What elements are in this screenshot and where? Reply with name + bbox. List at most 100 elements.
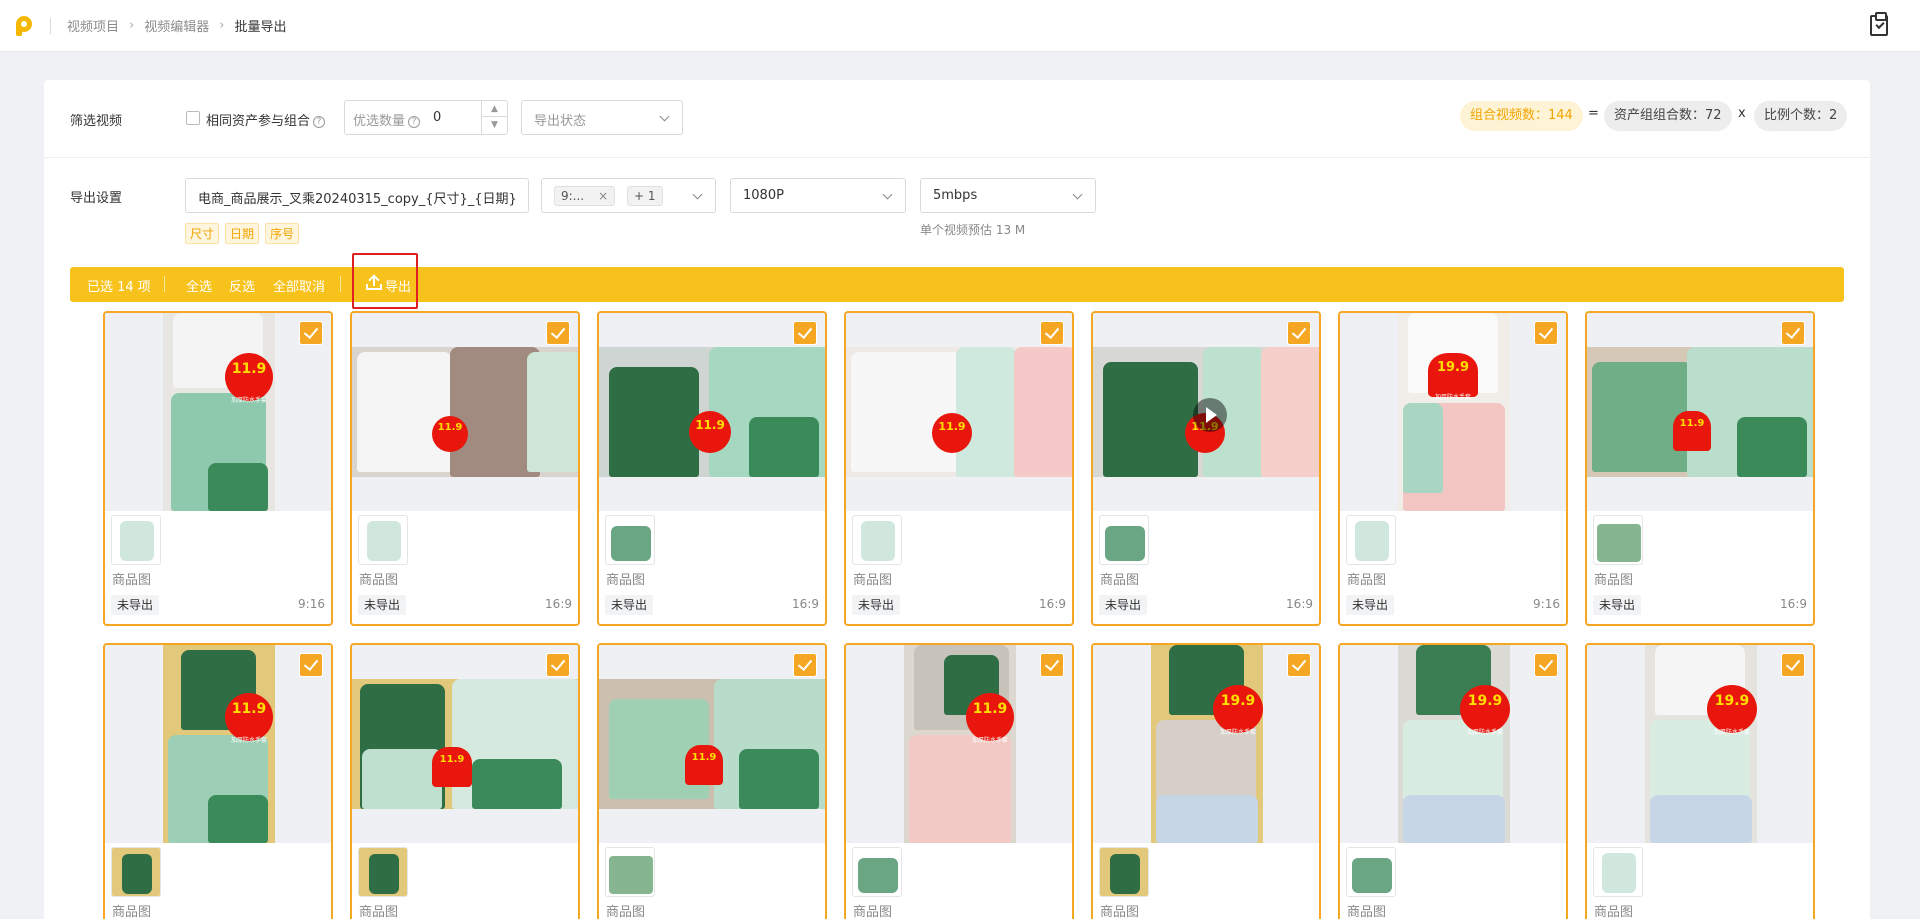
video-thumbnail[interactable]: 19.9 加厚防水手套 bbox=[1340, 645, 1566, 843]
chevron-right-icon: › bbox=[129, 18, 135, 33]
video-thumbnail[interactable]: 19.9 加厚防水手套 bbox=[1093, 645, 1319, 843]
aspect-ratio: 16:9 bbox=[1039, 597, 1066, 611]
checkbox-checked-icon[interactable] bbox=[299, 321, 323, 345]
checkbox-checked-icon[interactable] bbox=[1287, 321, 1311, 345]
price-badge: 11.9 bbox=[437, 422, 463, 433]
video-card[interactable]: 11.9 加厚防水手套 商品图 bbox=[844, 643, 1074, 919]
video-card[interactable]: 11.9 商品图 未导出 16:9 bbox=[597, 311, 827, 626]
priority-count-value: 0 bbox=[433, 110, 442, 125]
export-status-badge: 未导出 bbox=[1593, 595, 1642, 615]
asset-label: 商品图 bbox=[112, 573, 152, 588]
video-card[interactable]: 11.9 商品图 未导出 16:9 bbox=[350, 311, 580, 626]
asset-label: 商品图 bbox=[1594, 905, 1634, 919]
video-card[interactable]: 19.9 加厚防水手套 商品图 bbox=[1338, 643, 1568, 919]
checkbox-checked-icon[interactable] bbox=[1781, 321, 1805, 345]
help-icon[interactable]: ? bbox=[408, 115, 421, 128]
video-thumbnail[interactable]: 11.9 bbox=[846, 313, 1072, 511]
video-thumbnail[interactable]: 11.9 bbox=[1587, 313, 1813, 511]
video-thumbnail[interactable]: 11.9 bbox=[1093, 313, 1319, 511]
video-thumbnail[interactable]: 19.9 加厚防水手套 bbox=[1340, 313, 1566, 511]
play-icon[interactable] bbox=[1193, 398, 1227, 432]
select-all-button[interactable]: 全选 bbox=[186, 276, 212, 295]
video-thumbnail[interactable]: 11.9 bbox=[599, 313, 825, 511]
video-card[interactable]: 19.9 加厚防水手套 商品图 未导出 9:16 bbox=[1338, 311, 1568, 626]
checkbox-checked-icon[interactable] bbox=[546, 321, 570, 345]
export-status-badge: 未导出 bbox=[358, 595, 407, 615]
export-settings-row: 导出设置 电商_商品展示_叉乘20240315_copy_{尺寸}_{日期} 尺… bbox=[44, 158, 1870, 258]
aspect-ratio: 16:9 bbox=[1780, 597, 1807, 611]
video-card[interactable]: 19.9 加厚防水手套 商品图 bbox=[1091, 643, 1321, 919]
video-card[interactable]: 11.9 加厚防水手套 商品图 未导出 9:16 bbox=[103, 311, 333, 626]
tag-date[interactable]: 日期 bbox=[225, 223, 260, 244]
price-badge: 11.9 bbox=[972, 701, 1008, 717]
tag-sequence[interactable]: 序号 bbox=[265, 223, 300, 244]
breadcrumb-item-editor[interactable]: 视频编辑器 bbox=[144, 16, 209, 35]
divider bbox=[340, 276, 341, 292]
bitrate-select[interactable]: 5mbps bbox=[920, 178, 1096, 213]
ratio-multi-select[interactable]: 9:... × + 1 bbox=[541, 178, 716, 213]
export-highlight-box bbox=[352, 253, 418, 309]
export-settings-label: 导出设置 bbox=[70, 191, 123, 206]
checkbox-checked-icon[interactable] bbox=[793, 653, 817, 677]
video-card[interactable]: 11.9 加厚防水手套 商品图 bbox=[103, 643, 333, 919]
asset-thumbnail bbox=[852, 515, 902, 565]
asset-thumbnail bbox=[1099, 515, 1149, 565]
video-thumbnail[interactable]: 11.9 bbox=[599, 645, 825, 843]
chevron-down-icon bbox=[659, 111, 670, 122]
breadcrumb-item-projects[interactable]: 视频项目 bbox=[67, 16, 119, 35]
resolution-value: 1080P bbox=[743, 188, 784, 203]
checkbox-checked-icon[interactable] bbox=[1040, 321, 1064, 345]
divider bbox=[50, 17, 51, 34]
video-thumbnail[interactable]: 11.9 加厚防水手套 bbox=[105, 313, 331, 511]
export-status-badge: 未导出 bbox=[605, 595, 654, 615]
video-thumbnail[interactable]: 11.9 加厚防水手套 bbox=[105, 645, 331, 843]
app-logo-icon[interactable] bbox=[16, 15, 32, 36]
clipboard-check-icon[interactable] bbox=[1870, 12, 1888, 36]
resolution-select[interactable]: 1080P bbox=[730, 178, 906, 213]
video-thumbnail[interactable]: 11.9 加厚防水手套 bbox=[846, 645, 1072, 843]
video-card[interactable]: 19.9 加厚防水手套 商品图 bbox=[1585, 643, 1815, 919]
help-icon[interactable]: ? bbox=[313, 115, 326, 128]
priority-count-input[interactable]: 优选数量? 0 ▲ ▼ bbox=[344, 100, 508, 135]
ratio-count: 比例个数：2 bbox=[1754, 101, 1848, 131]
video-thumbnail[interactable]: 11.9 bbox=[352, 313, 578, 511]
same-asset-checkbox[interactable] bbox=[186, 111, 200, 125]
bitrate-value: 5mbps bbox=[933, 188, 978, 203]
asset-thumbnail bbox=[111, 515, 161, 565]
video-card[interactable]: 11.9 商品图 未导出 16:9 bbox=[1091, 311, 1321, 626]
checkbox-checked-icon[interactable] bbox=[546, 653, 570, 677]
checkbox-checked-icon[interactable] bbox=[1287, 653, 1311, 677]
same-asset-label[interactable]: 相同资产参与组合? bbox=[206, 110, 326, 129]
tag-size[interactable]: 尺寸 bbox=[185, 223, 220, 244]
video-card[interactable]: 11.9 商品图 未导出 16:9 bbox=[844, 311, 1074, 626]
invert-selection-button[interactable]: 反选 bbox=[229, 276, 255, 295]
video-thumbnail[interactable]: 19.9 加厚防水手套 bbox=[1587, 645, 1813, 843]
close-icon[interactable]: × bbox=[598, 189, 608, 203]
asset-thumbnail bbox=[111, 847, 161, 897]
asset-label: 商品图 bbox=[606, 573, 646, 588]
checkbox-checked-icon[interactable] bbox=[1534, 321, 1558, 345]
checkbox-checked-icon[interactable] bbox=[299, 653, 323, 677]
checkbox-checked-icon[interactable] bbox=[1781, 653, 1805, 677]
chevron-right-icon: › bbox=[219, 18, 225, 33]
checkbox-checked-icon[interactable] bbox=[1534, 653, 1558, 677]
checkbox-checked-icon[interactable] bbox=[1040, 653, 1064, 677]
quantity-stepper[interactable]: ▲ ▼ bbox=[481, 101, 507, 134]
aspect-ratio: 16:9 bbox=[1286, 597, 1313, 611]
export-status-select[interactable]: 导出状态 bbox=[521, 100, 683, 135]
checkbox-checked-icon[interactable] bbox=[793, 321, 817, 345]
filename-input[interactable]: 电商_商品展示_叉乘20240315_copy_{尺寸}_{日期} bbox=[185, 178, 529, 213]
video-thumbnail[interactable]: 11.9 bbox=[352, 645, 578, 843]
chevron-up-icon[interactable]: ▲ bbox=[482, 101, 507, 117]
asset-label: 商品图 bbox=[1100, 905, 1140, 919]
export-status-badge: 未导出 bbox=[1099, 595, 1148, 615]
filter-row: 筛选视频 相同资产参与组合? 优选数量? 0 ▲ ▼ 导出状态 组合视频数：14… bbox=[44, 80, 1870, 158]
video-card[interactable]: 11.9 商品图 未导出 16:9 bbox=[1585, 311, 1815, 626]
video-card[interactable]: 11.9 商品图 bbox=[597, 643, 827, 919]
asset-label: 商品图 bbox=[1347, 573, 1387, 588]
chevron-down-icon[interactable]: ▼ bbox=[482, 117, 507, 133]
cancel-all-button[interactable]: 全部取消 bbox=[273, 276, 325, 295]
asset-thumbnail bbox=[1593, 515, 1643, 565]
ratio-tag[interactable]: 9:... × bbox=[554, 186, 616, 206]
video-card[interactable]: 11.9 商品图 bbox=[350, 643, 580, 919]
